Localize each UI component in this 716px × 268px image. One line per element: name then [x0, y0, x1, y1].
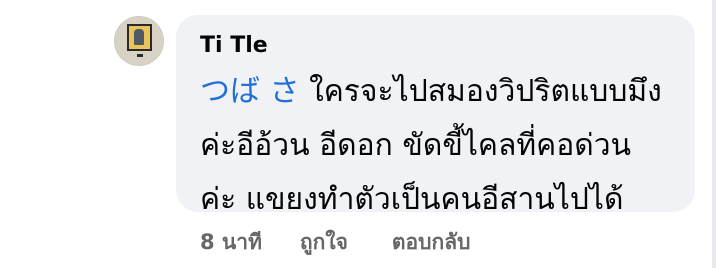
avatar-image: [127, 24, 152, 51]
like-button[interactable]: ถูกใจ: [300, 226, 348, 259]
mention-link[interactable]: つば さ: [200, 74, 300, 109]
comment-author[interactable]: Ti Tle: [200, 33, 268, 58]
reply-button[interactable]: ตอบกลับ: [392, 226, 471, 259]
avatar-figure: [134, 29, 144, 45]
comment-timestamp[interactable]: 8 นาที: [200, 226, 262, 259]
comment-line-3: ค่ะ แขยงทำตัวเป็นคนอีสานไปได้: [200, 182, 624, 217]
comment-bubble: Ti Tle つば さ ใครจะไปสมองวิปริตแบบมึง ค่ะอ…: [176, 15, 695, 217]
comment-line-2: ค่ะอีอ้วน อีดอก ขัดขี้ไคลที่คอด่วน: [200, 128, 632, 163]
comment-actions: 8 นาที ถูกใจ ตอบกลับ: [200, 222, 470, 262]
avatar-stand: [137, 54, 143, 57]
scrollbar-track[interactable]: [712, 0, 716, 268]
avatar[interactable]: [114, 16, 164, 66]
comment-line-1: つば さ ใครจะไปสมองวิปริตแบบมึง: [200, 65, 690, 119]
comment-line-1-text: ใครจะไปสมองวิปริตแบบมึง: [299, 74, 662, 109]
comment-text: つば さ ใครจะไปสมองวิปริตแบบมึง ค่ะอีอ้วน อ…: [200, 65, 690, 227]
